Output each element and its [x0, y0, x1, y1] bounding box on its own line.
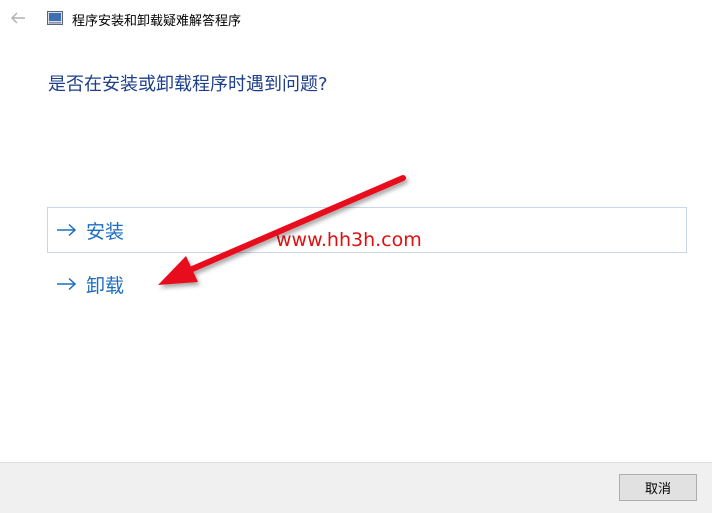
option-uninstall[interactable]: 卸载 — [47, 261, 687, 307]
back-arrow-icon — [11, 12, 25, 24]
right-arrow-icon — [56, 222, 78, 238]
window-title: 程序安装和卸载疑难解答程序 — [72, 14, 242, 29]
page-heading: 是否在安装或卸载程序时遇到问题? — [48, 74, 328, 95]
troubleshooter-app-icon — [47, 11, 63, 25]
option-install-label: 安装 — [86, 220, 125, 243]
right-arrow-icon — [56, 276, 78, 292]
option-uninstall-label: 卸载 — [86, 274, 125, 297]
troubleshooter-window: 程序安装和卸载疑难解答程序 是否在安装或卸载程序时遇到问题? 安装 卸载 www… — [0, 0, 712, 513]
watermark-text: www.hh3h.com — [276, 229, 422, 251]
cancel-button[interactable]: 取消 — [619, 474, 697, 501]
title-bar: 程序安装和卸载疑难解答程序 — [0, 0, 712, 38]
footer-bar: 取消 — [0, 462, 712, 513]
back-button[interactable] — [6, 8, 30, 28]
